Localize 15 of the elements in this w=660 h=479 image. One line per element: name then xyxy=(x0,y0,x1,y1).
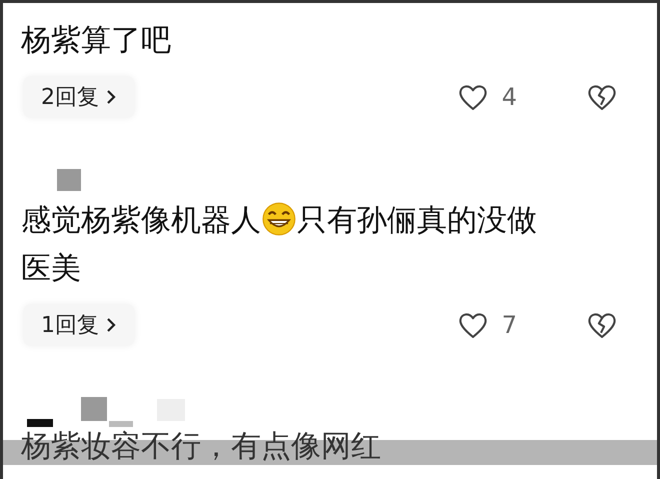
comment-text: 杨紫算了吧 xyxy=(20,22,172,60)
like-count: 4 xyxy=(502,83,517,111)
chevron-icon[interactable] xyxy=(105,88,117,106)
replies-button[interactable]: 2回复 xyxy=(23,76,135,118)
replies-button[interactable]: 1回复 xyxy=(23,304,135,346)
like-count: 7 xyxy=(502,311,517,339)
comment-text: 感觉杨紫像机器人 只有孙俪真的没做医美 xyxy=(20,201,538,288)
heart-icon[interactable] xyxy=(458,311,488,339)
broken-heart-icon[interactable] xyxy=(587,311,617,339)
grinning-emoji-icon xyxy=(262,202,296,236)
chevron-icon[interactable] xyxy=(105,316,117,334)
broken-heart-icon[interactable] xyxy=(587,83,617,111)
comment-text: 杨紫妆容不行，有点像网红 xyxy=(3,429,657,465)
censored-block xyxy=(57,169,81,191)
heart-icon[interactable] xyxy=(458,83,488,111)
